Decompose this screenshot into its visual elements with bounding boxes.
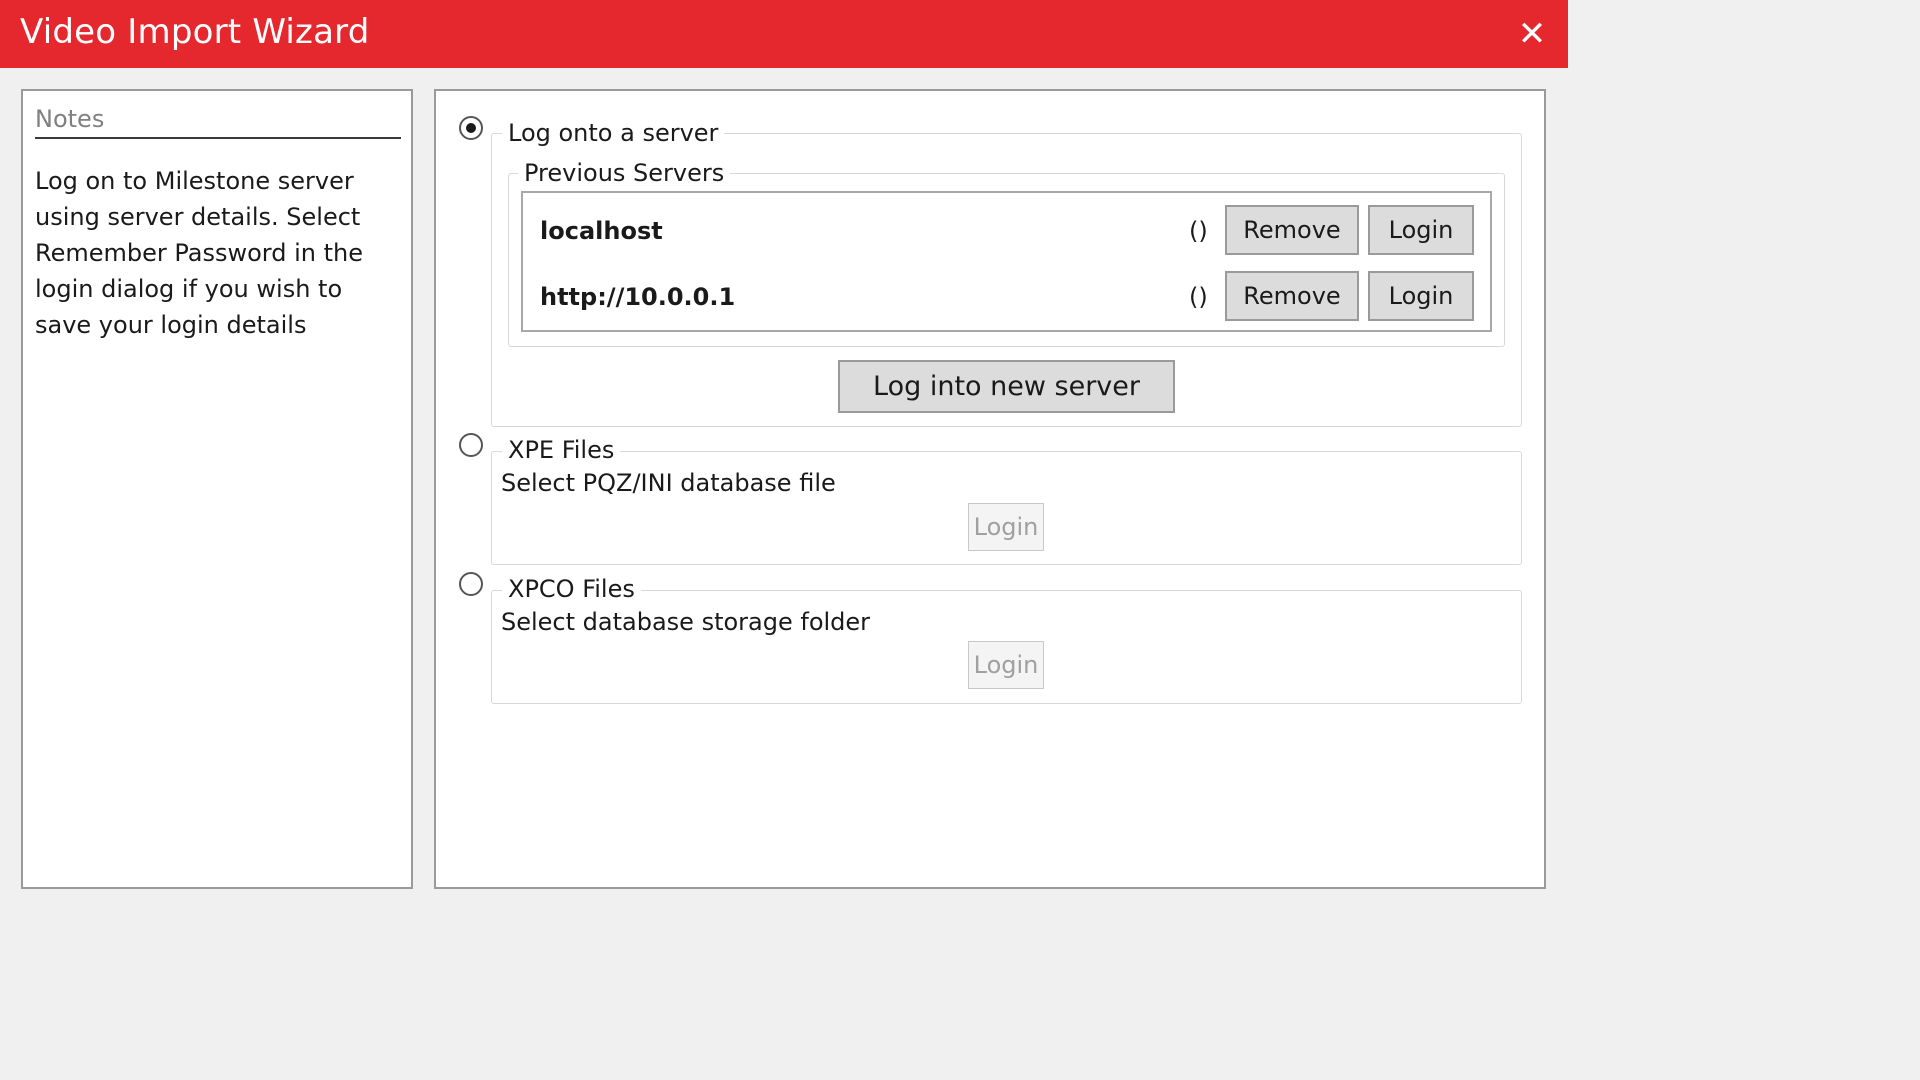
notes-heading: Notes	[35, 105, 401, 139]
remove-server-button[interactable]: Remove	[1225, 205, 1359, 255]
server-name[interactable]: localhost	[540, 217, 663, 245]
window-title: Video Import Wizard	[20, 12, 370, 52]
xpe-option-label[interactable]: XPE Files	[502, 436, 621, 464]
close-icon[interactable]: ✕	[1512, 14, 1552, 54]
xpco-description: Select database storage folder	[501, 608, 871, 636]
previous-servers-list: localhost () Remove Login http://10.0.0.…	[521, 191, 1492, 332]
server-option-radio[interactable]	[459, 116, 483, 140]
notes-text: Log on to Milestone server using server …	[35, 167, 364, 339]
remove-server-button[interactable]: Remove	[1225, 271, 1359, 321]
log-into-new-server-button[interactable]: Log into new server	[838, 360, 1175, 413]
xpe-description: Select PQZ/INI database file	[501, 469, 836, 497]
xpe-login-button[interactable]: Login	[968, 503, 1044, 551]
server-option-label[interactable]: Log onto a server	[502, 119, 725, 147]
options-panel: Log onto a server Previous Servers local…	[434, 89, 1546, 889]
server-extra: ()	[1189, 283, 1208, 311]
server-name[interactable]: http://10.0.0.1	[540, 283, 735, 311]
previous-servers-label: Previous Servers	[518, 159, 731, 187]
xpco-login-button[interactable]: Login	[968, 641, 1044, 689]
server-extra: ()	[1189, 217, 1208, 245]
notes-panel: Notes Log on to Milestone server using s…	[21, 89, 413, 889]
xpco-option-radio[interactable]	[459, 572, 483, 596]
xpe-option-radio[interactable]	[459, 433, 483, 457]
login-server-button[interactable]: Login	[1368, 205, 1474, 255]
title-bar: Video Import Wizard ✕	[0, 0, 1568, 68]
xpco-option-label[interactable]: XPCO Files	[502, 575, 641, 603]
login-server-button[interactable]: Login	[1368, 271, 1474, 321]
